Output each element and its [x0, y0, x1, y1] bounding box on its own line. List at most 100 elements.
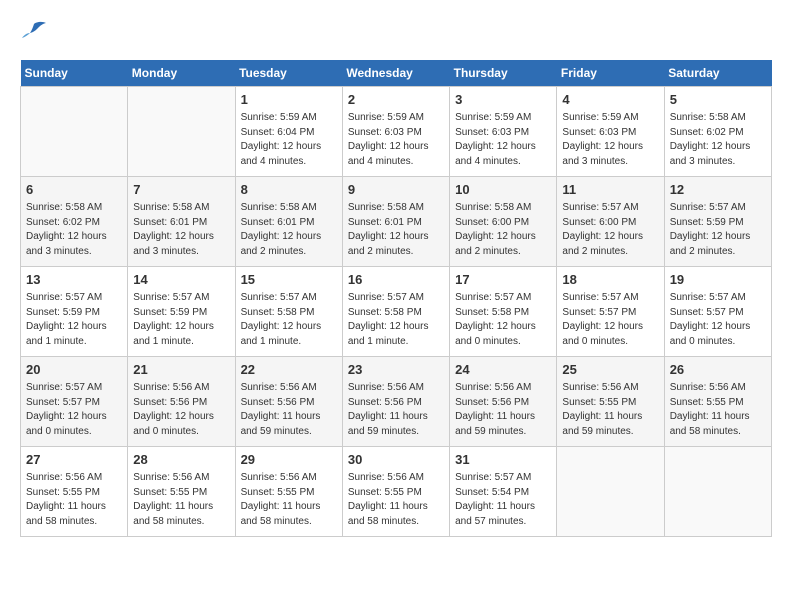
day-number: 28 — [133, 451, 229, 469]
calendar-week-row: 1 Sunrise: 5:59 AM Sunset: 6:04 PM Daylig… — [21, 87, 772, 177]
day-number: 21 — [133, 361, 229, 379]
day-info: Sunrise: 5:57 AM Sunset: 5:57 PM Dayligh… — [562, 291, 658, 349]
day-info: Sunrise: 5:57 AM Sunset: 5:59 PM Dayligh… — [670, 201, 766, 259]
calendar-cell: 28 Sunrise: 5:56 AM Sunset: 5:55 PM Dayli… — [128, 447, 235, 537]
day-info: Sunrise: 5:56 AM Sunset: 5:55 PM Dayligh… — [348, 471, 444, 529]
day-number: 13 — [26, 271, 122, 289]
day-info: Sunrise: 5:58 AM Sunset: 6:02 PM Dayligh… — [670, 111, 766, 169]
column-header-saturday: Saturday — [664, 60, 771, 87]
day-info: Sunrise: 5:57 AM Sunset: 5:59 PM Dayligh… — [133, 291, 229, 349]
day-number: 1 — [241, 91, 337, 109]
calendar-cell: 17Sunrise: 5:57 AM Sunset: 5:58 PM Dayli… — [450, 267, 557, 357]
day-number: 11 — [562, 181, 658, 199]
calendar-week-row: 27 Sunrise: 5:56 AM Sunset: 5:55 PM Dayli… — [21, 447, 772, 537]
day-info: Sunrise: 5:57 AM Sunset: 5:54 PM Dayligh… — [455, 471, 551, 529]
calendar-cell: 8 Sunrise: 5:58 AM Sunset: 6:01 PM Daylig… — [235, 177, 342, 267]
calendar-cell: 25 Sunrise: 5:56 AM Sunset: 5:55 PM Dayli… — [557, 357, 664, 447]
day-info: Sunrise: 5:59 AM Sunset: 6:04 PM Dayligh… — [241, 111, 337, 169]
calendar-cell: 24 Sunrise: 5:56 AM Sunset: 5:56 PM Dayli… — [450, 357, 557, 447]
day-info: Sunrise: 5:56 AM Sunset: 5:56 PM Dayligh… — [348, 381, 444, 439]
day-info: Sunrise: 5:57 AM Sunset: 5:59 PM Dayligh… — [26, 291, 122, 349]
day-number: 23 — [348, 361, 444, 379]
day-info: Sunrise: 5:56 AM Sunset: 5:55 PM Dayligh… — [562, 381, 658, 439]
calendar-cell: 7 Sunrise: 5:58 AM Sunset: 6:01 PM Daylig… — [128, 177, 235, 267]
day-info: Sunrise: 5:59 AM Sunset: 6:03 PM Dayligh… — [348, 111, 444, 169]
column-header-sunday: Sunday — [21, 60, 128, 87]
day-number: 20 — [26, 361, 122, 379]
calendar-week-row: 6 Sunrise: 5:58 AM Sunset: 6:02 PM Daylig… — [21, 177, 772, 267]
calendar-cell: 11 Sunrise: 5:57 AM Sunset: 6:00 PM Dayli… — [557, 177, 664, 267]
day-info: Sunrise: 5:58 AM Sunset: 6:02 PM Dayligh… — [26, 201, 122, 259]
calendar-cell: 5 Sunrise: 5:58 AM Sunset: 6:02 PM Daylig… — [664, 87, 771, 177]
day-number: 6 — [26, 181, 122, 199]
column-header-monday: Monday — [128, 60, 235, 87]
column-header-tuesday: Tuesday — [235, 60, 342, 87]
day-info: Sunrise: 5:56 AM Sunset: 5:56 PM Dayligh… — [133, 381, 229, 439]
calendar-cell: 15 Sunrise: 5:57 AM Sunset: 5:58 PM Dayli… — [235, 267, 342, 357]
calendar-cell: 19Sunrise: 5:57 AM Sunset: 5:57 PM Dayli… — [664, 267, 771, 357]
calendar-cell: 29 Sunrise: 5:56 AM Sunset: 5:55 PM Dayli… — [235, 447, 342, 537]
calendar-cell: 26Sunrise: 5:56 AM Sunset: 5:55 PM Dayli… — [664, 357, 771, 447]
day-info: Sunrise: 5:56 AM Sunset: 5:55 PM Dayligh… — [241, 471, 337, 529]
day-number: 5 — [670, 91, 766, 109]
day-info: Sunrise: 5:58 AM Sunset: 6:01 PM Dayligh… — [348, 201, 444, 259]
calendar-week-row: 13 Sunrise: 5:57 AM Sunset: 5:59 PM Dayli… — [21, 267, 772, 357]
day-number: 27 — [26, 451, 122, 469]
day-number: 4 — [562, 91, 658, 109]
calendar-cell: 6 Sunrise: 5:58 AM Sunset: 6:02 PM Daylig… — [21, 177, 128, 267]
day-number: 25 — [562, 361, 658, 379]
day-number: 7 — [133, 181, 229, 199]
calendar-cell: 13 Sunrise: 5:57 AM Sunset: 5:59 PM Dayli… — [21, 267, 128, 357]
day-info: Sunrise: 5:58 AM Sunset: 6:01 PM Dayligh… — [133, 201, 229, 259]
day-number: 3 — [455, 91, 551, 109]
day-number: 2 — [348, 91, 444, 109]
logo — [20, 20, 52, 44]
day-number: 14 — [133, 271, 229, 289]
day-info: Sunrise: 5:56 AM Sunset: 5:56 PM Dayligh… — [455, 381, 551, 439]
calendar-cell: 12 Sunrise: 5:57 AM Sunset: 5:59 PM Dayli… — [664, 177, 771, 267]
calendar-cell: 30 Sunrise: 5:56 AM Sunset: 5:55 PM Dayli… — [342, 447, 449, 537]
column-header-thursday: Thursday — [450, 60, 557, 87]
day-info: Sunrise: 5:57 AM Sunset: 5:58 PM Dayligh… — [241, 291, 337, 349]
calendar-week-row: 20 Sunrise: 5:57 AM Sunset: 5:57 PM Dayli… — [21, 357, 772, 447]
calendar-cell: 21 Sunrise: 5:56 AM Sunset: 5:56 PM Dayli… — [128, 357, 235, 447]
day-number: 15 — [241, 271, 337, 289]
day-info: Sunrise: 5:57 AM Sunset: 6:00 PM Dayligh… — [562, 201, 658, 259]
calendar-cell: 16Sunrise: 5:57 AM Sunset: 5:58 PM Dayli… — [342, 267, 449, 357]
day-info: Sunrise: 5:57 AM Sunset: 5:57 PM Dayligh… — [26, 381, 122, 439]
logo-bird-icon — [20, 20, 48, 44]
calendar-cell — [21, 87, 128, 177]
day-info: Sunrise: 5:59 AM Sunset: 6:03 PM Dayligh… — [455, 111, 551, 169]
calendar-cell: 4 Sunrise: 5:59 AM Sunset: 6:03 PM Daylig… — [557, 87, 664, 177]
calendar-cell: 18 Sunrise: 5:57 AM Sunset: 5:57 PM Dayli… — [557, 267, 664, 357]
calendar-cell — [128, 87, 235, 177]
day-info: Sunrise: 5:58 AM Sunset: 6:00 PM Dayligh… — [455, 201, 551, 259]
day-info: Sunrise: 5:57 AM Sunset: 5:58 PM Dayligh… — [455, 291, 551, 349]
calendar-cell: 27 Sunrise: 5:56 AM Sunset: 5:55 PM Dayli… — [21, 447, 128, 537]
day-number: 24 — [455, 361, 551, 379]
calendar-cell: 1 Sunrise: 5:59 AM Sunset: 6:04 PM Daylig… — [235, 87, 342, 177]
day-number: 9 — [348, 181, 444, 199]
day-number: 8 — [241, 181, 337, 199]
day-number: 12 — [670, 181, 766, 199]
day-number: 29 — [241, 451, 337, 469]
page-header — [20, 20, 772, 44]
calendar-cell: 20 Sunrise: 5:57 AM Sunset: 5:57 PM Dayli… — [21, 357, 128, 447]
day-number: 30 — [348, 451, 444, 469]
day-info: Sunrise: 5:58 AM Sunset: 6:01 PM Dayligh… — [241, 201, 337, 259]
calendar-cell: 31Sunrise: 5:57 AM Sunset: 5:54 PM Dayli… — [450, 447, 557, 537]
column-header-wednesday: Wednesday — [342, 60, 449, 87]
calendar-cell: 22Sunrise: 5:56 AM Sunset: 5:56 PM Dayli… — [235, 357, 342, 447]
calendar-cell: 14 Sunrise: 5:57 AM Sunset: 5:59 PM Dayli… — [128, 267, 235, 357]
calendar-table: SundayMondayTuesdayWednesdayThursdayFrid… — [20, 60, 772, 537]
day-number: 18 — [562, 271, 658, 289]
day-info: Sunrise: 5:56 AM Sunset: 5:55 PM Dayligh… — [133, 471, 229, 529]
calendar-cell — [664, 447, 771, 537]
calendar-cell — [557, 447, 664, 537]
day-info: Sunrise: 5:56 AM Sunset: 5:56 PM Dayligh… — [241, 381, 337, 439]
calendar-cell: 23 Sunrise: 5:56 AM Sunset: 5:56 PM Dayli… — [342, 357, 449, 447]
day-info: Sunrise: 5:59 AM Sunset: 6:03 PM Dayligh… — [562, 111, 658, 169]
day-number: 10 — [455, 181, 551, 199]
day-number: 16 — [348, 271, 444, 289]
day-info: Sunrise: 5:56 AM Sunset: 5:55 PM Dayligh… — [26, 471, 122, 529]
